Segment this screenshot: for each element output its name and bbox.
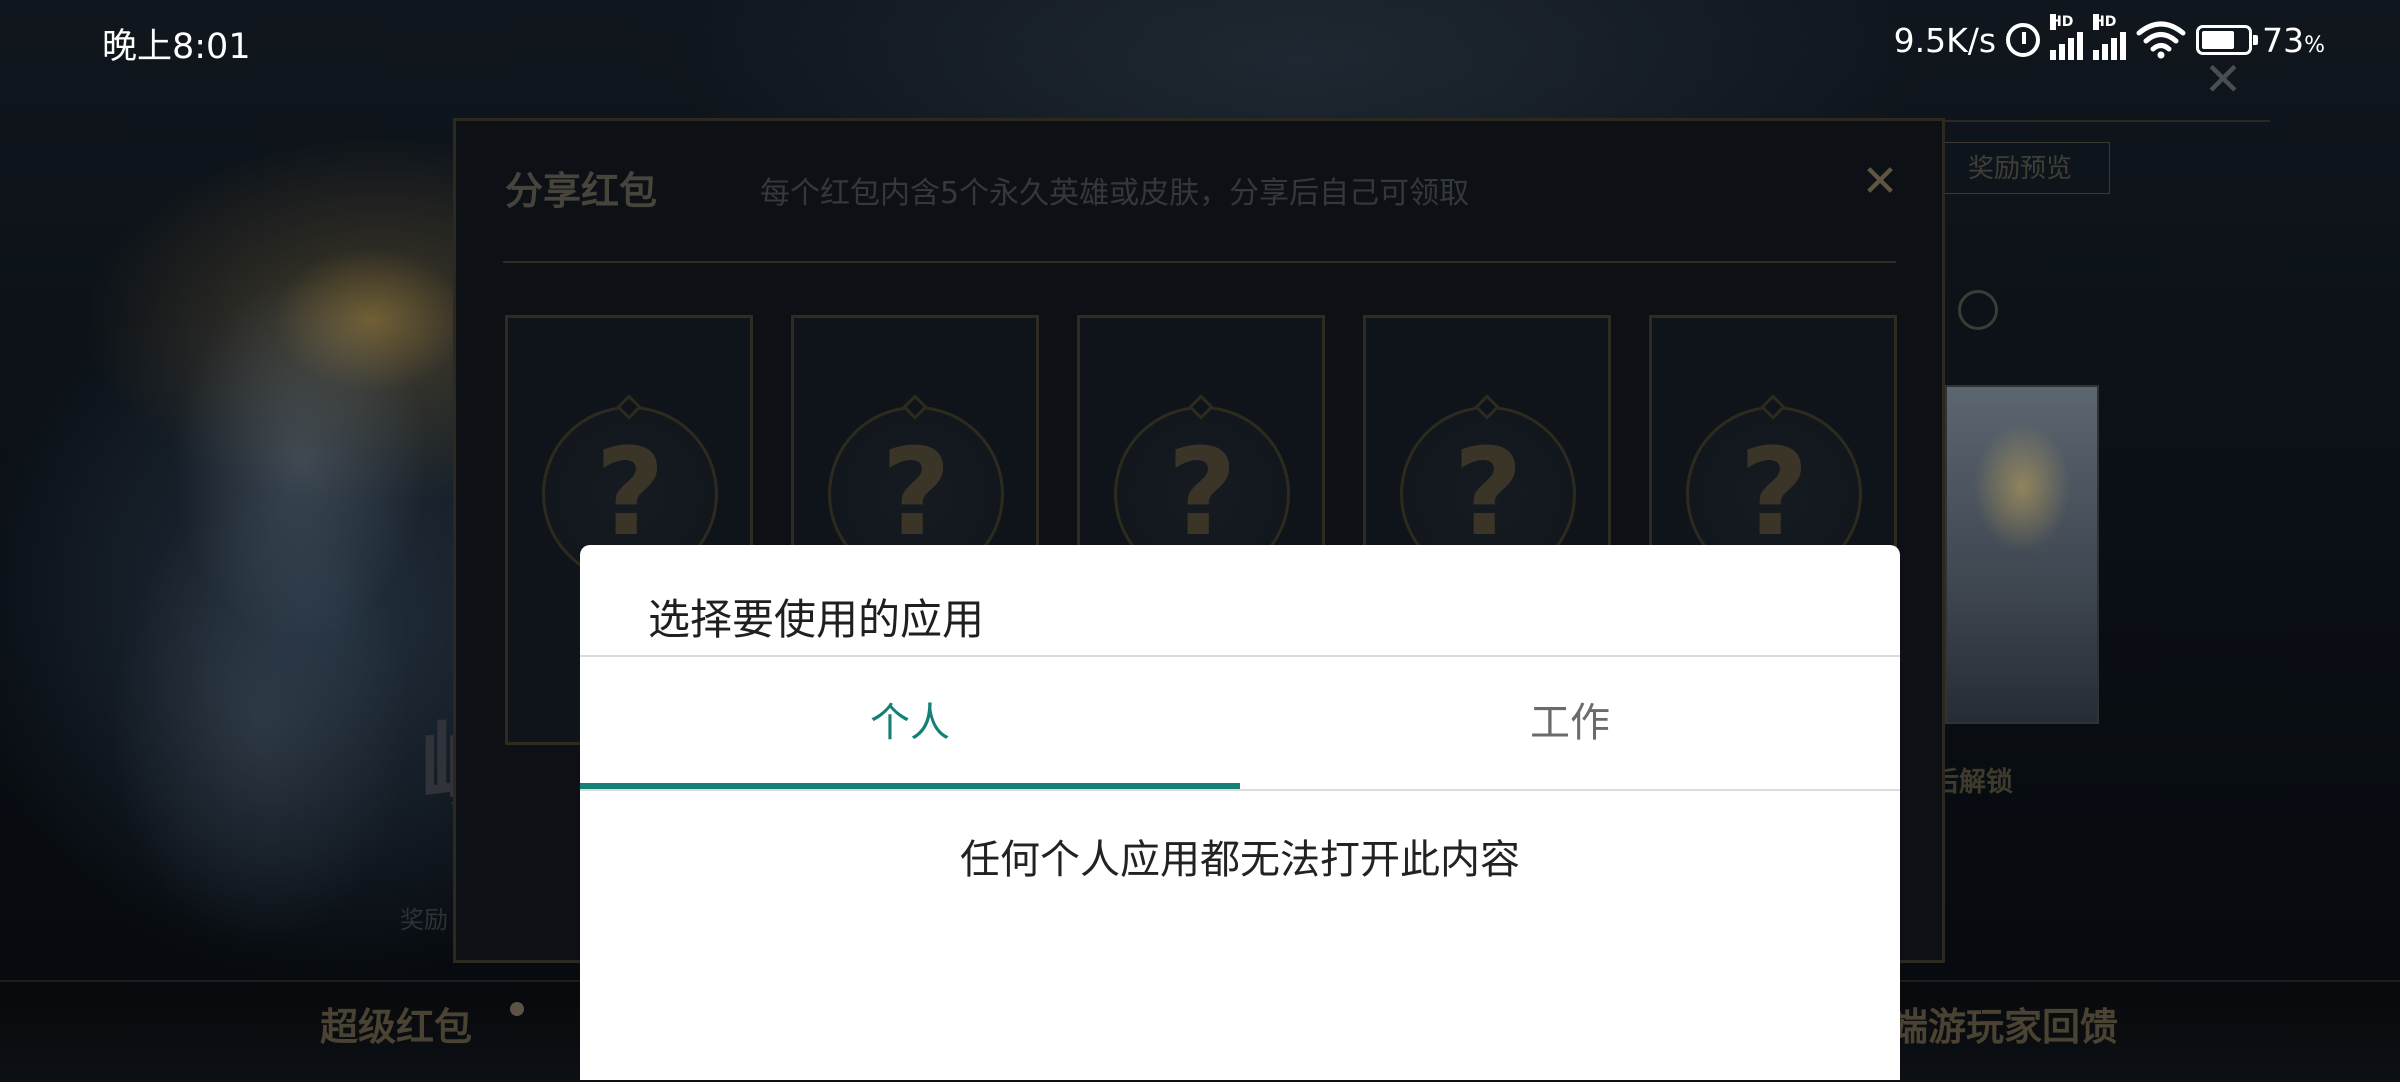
tab-player-feedback: 端游玩家回馈 — [1890, 1005, 2119, 1049]
tabs-divider — [580, 789, 1900, 791]
reward-preview-button: 奖励预览 — [1930, 142, 2110, 194]
status-bar: 晚上8:01 9.5K/s HD HD 73% — [0, 0, 2400, 80]
question-mark-icon: ? — [1167, 424, 1237, 563]
hd-badge: HD — [2050, 14, 2074, 30]
network-speed: 9.5K/s — [1893, 20, 1997, 60]
hero-card-image — [1945, 385, 2099, 724]
status-icons: 9.5K/s HD HD 73% — [1893, 14, 2325, 62]
lock-icon — [1958, 290, 1998, 330]
question-mark-icon: ? — [1453, 424, 1523, 563]
clock: 晚上8:01 — [102, 27, 251, 67]
hd-badge: HD — [2093, 14, 2117, 30]
notification-dot — [510, 1002, 524, 1016]
close-icon: ✕ — [1861, 156, 1899, 207]
signal-icon: HD — [2093, 14, 2127, 60]
empty-state-message: 任何个人应用都无法打开此内容 — [960, 837, 1520, 883]
chooser-title: 选择要使用的应用 — [648, 595, 985, 644]
background-reward-label: 奖励 — [400, 906, 448, 934]
share-panel-subtitle: 每个红包内含5个永久英雄或皮肤，分享后自己可领取 — [760, 176, 1470, 211]
question-mark-icon: ? — [881, 424, 951, 563]
app-chooser-dialog: 选择要使用的应用 个人 工作 任何个人应用都无法打开此内容 — [580, 545, 1900, 1080]
share-panel-title: 分享红包 — [505, 169, 658, 213]
battery-icon — [2196, 25, 2259, 55]
tab-super-red-packet: 超级红包 — [320, 1005, 473, 1049]
signal-icon: HD — [2050, 14, 2084, 60]
question-mark-icon: ? — [1739, 424, 1809, 563]
tab-work[interactable]: 工作 — [1240, 657, 1900, 793]
share-panel-divider — [503, 261, 1896, 263]
wifi-icon — [2136, 21, 2186, 59]
battery-percent: 73% — [2262, 20, 2325, 60]
tab-personal[interactable]: 个人 — [580, 657, 1240, 793]
question-mark-icon: ? — [595, 424, 665, 563]
alarm-icon — [2006, 23, 2041, 57]
